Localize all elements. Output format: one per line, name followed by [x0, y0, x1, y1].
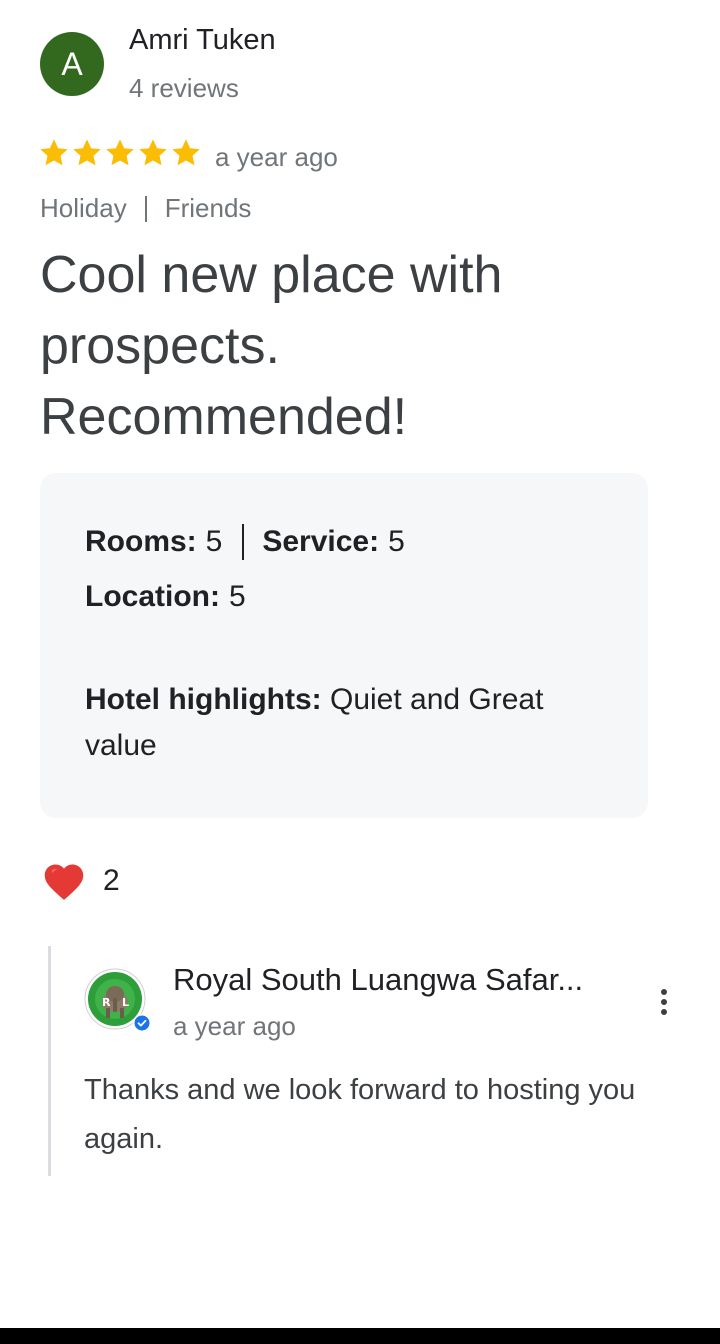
- reviewer-name[interactable]: Amri Tuken: [129, 24, 276, 57]
- trip-tag: Holiday: [40, 193, 127, 223]
- owner-logo-avatar[interactable]: R L: [84, 968, 150, 1034]
- more-vert-icon: [661, 1009, 667, 1015]
- star-icon: [106, 139, 134, 166]
- star-icon: [40, 139, 68, 166]
- reviewer-initial: A: [61, 45, 83, 82]
- service-value: 5: [388, 525, 405, 558]
- service-label: Service:: [262, 525, 380, 558]
- location-value: 5: [229, 580, 246, 613]
- owner-reply-time: a year ago: [173, 1011, 296, 1041]
- location-label: Location:: [85, 580, 220, 613]
- review-time: a year ago: [215, 142, 338, 172]
- rating-divider: [242, 524, 245, 560]
- owner-reply-text: Thanks and we look forward to hosting yo…: [84, 1074, 636, 1155]
- reviewer-avatar[interactable]: A: [40, 32, 104, 96]
- more-vert-icon: [661, 999, 667, 1005]
- rating-row: Rooms: 5 Service: 5: [85, 524, 405, 560]
- reaction-row[interactable]: 2: [42, 860, 120, 902]
- reply-divider: [48, 946, 51, 1176]
- star-icon: [73, 139, 101, 166]
- review-title: Cool new place with prospects. Recommend…: [40, 246, 503, 446]
- review-page: A Amri Tuken 4 reviews a year ago Holida…: [0, 0, 720, 1344]
- highlights-label: Hotel highlights:: [85, 683, 322, 716]
- trip-tags: Holiday Friends: [40, 193, 251, 224]
- rooms-label: Rooms:: [85, 525, 197, 558]
- reaction-count: 2: [103, 864, 120, 897]
- tag-divider: [144, 195, 147, 222]
- hotel-highlights: Hotel highlights: Quiet and Great value: [85, 677, 605, 769]
- heart-icon[interactable]: [42, 860, 86, 902]
- trip-tag: Friends: [164, 193, 252, 223]
- star-icon: [172, 139, 200, 166]
- system-navigation-bar: [0, 1328, 720, 1344]
- star-rating: [38, 137, 202, 169]
- reviewer-review-count: 4 reviews: [129, 73, 239, 103]
- more-options-button[interactable]: [648, 978, 680, 1026]
- svg-text:R: R: [102, 996, 111, 1009]
- star-icon: [139, 139, 167, 166]
- owner-name[interactable]: Royal South Luangwa Safar...: [173, 962, 583, 998]
- rooms-value: 5: [205, 525, 223, 558]
- svg-text:L: L: [122, 996, 129, 1009]
- more-vert-icon: [661, 989, 667, 995]
- ratings-breakdown: Rooms: 5 Service: 5 Location: 5 Hotel hi…: [40, 473, 648, 818]
- rating-row: Location: 5: [85, 580, 246, 614]
